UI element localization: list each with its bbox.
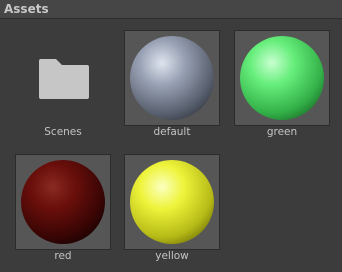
asset-thumbnail: [124, 154, 220, 250]
folder-icon: [39, 59, 89, 99]
asset-thumbnail: [15, 30, 111, 126]
panel-title: Assets: [4, 2, 49, 16]
asset-thumbnail: [124, 30, 220, 126]
asset-thumbnail: [15, 154, 111, 250]
asset-label: default: [153, 126, 191, 138]
asset-label: green: [266, 126, 298, 138]
sphere-icon: [130, 36, 214, 120]
asset-grid: Scenes default green red yellow: [0, 19, 342, 272]
asset-label: Scenes: [44, 126, 82, 138]
panel-header: Assets: [0, 0, 342, 19]
sphere-icon: [130, 160, 214, 244]
sphere-icon: [240, 36, 324, 120]
asset-thumbnail: [234, 30, 330, 126]
asset-label: red: [54, 250, 72, 262]
asset-label: yellow: [155, 250, 189, 262]
sphere-icon: [21, 160, 105, 244]
